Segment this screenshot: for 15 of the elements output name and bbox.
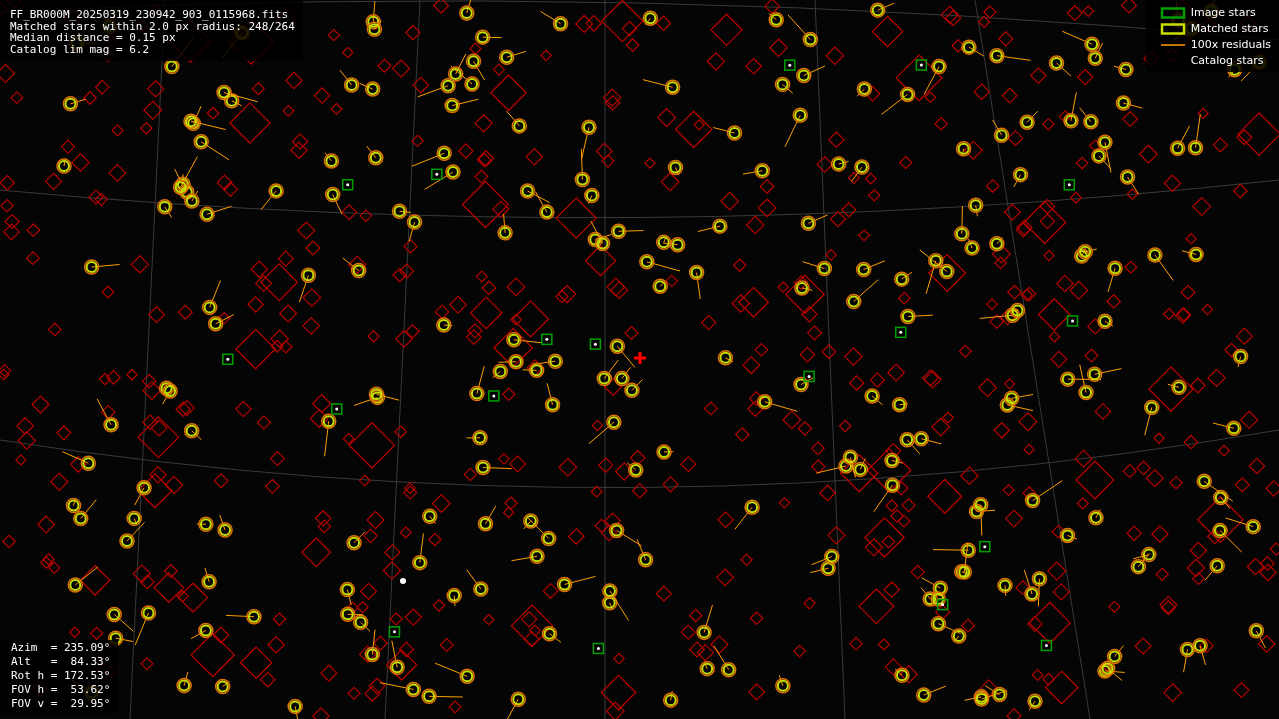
pointing-text: FOV v = 29.95° (11, 698, 111, 709)
pointing-text: Alt = 84.33° (11, 656, 111, 667)
info-text: Matched stars within 2.0 px radius: 248/264 (10, 20, 295, 32)
info-text: FF_BR000M_20250319_230942_903_0115968.fits (10, 9, 290, 21)
pointing-text: Azim = 235.09° (11, 642, 111, 653)
info-text: Catalog lim mag = 6.2 (10, 43, 151, 55)
info-text: Median distance = 0.15 px (10, 32, 176, 44)
pointing-text: Rot h = 172.53° (11, 670, 111, 681)
legend-label: Image stars (1190, 6, 1256, 19)
legend-label: Matched stars (1190, 22, 1269, 35)
image-star-swatch-icon (1159, 6, 1186, 19)
matched-star-swatch-icon (1159, 22, 1186, 35)
legend-label: 100x residuals (1190, 38, 1271, 51)
pointing-text: FOV h = 53.62° (11, 684, 111, 695)
legend-label: Catalog stars (1190, 54, 1264, 67)
